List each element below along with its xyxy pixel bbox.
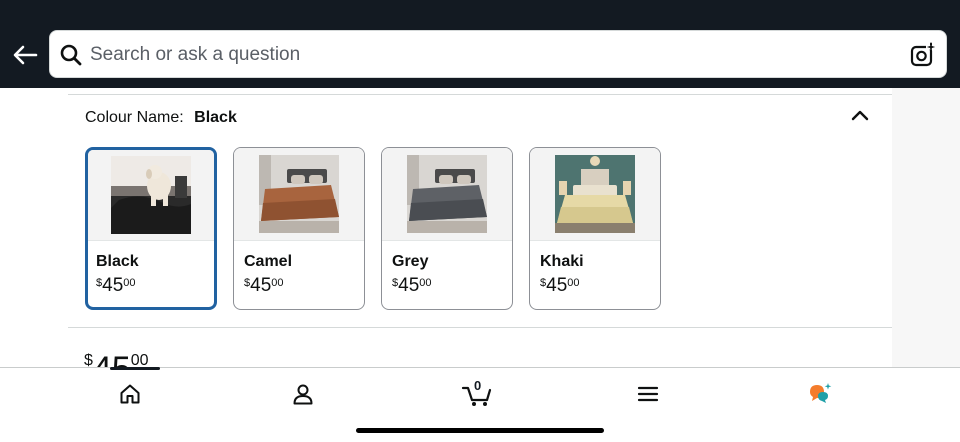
cart-count-badge: 0 [474,378,482,393]
chevron-up-icon [851,110,869,121]
collapse-button[interactable] [848,104,872,126]
content-left-area [0,88,68,378]
swatch-image [234,148,364,241]
swatch-khaki[interactable]: Khaki $4500 [529,147,661,310]
home-indicator-bar [356,428,604,433]
back-button[interactable] [8,38,42,72]
home-icon [120,384,140,404]
nav-menu[interactable] [628,378,668,410]
swatch-price: $4500 [244,275,284,296]
colour-name-row: Colour Name: Black [85,109,237,127]
menu-icon [637,386,659,402]
swatch-image [88,150,214,241]
colour-name-value: Black [194,109,237,126]
swatch-grey[interactable]: Grey $4500 [381,147,513,310]
swatch-black[interactable]: Black $4500 [85,147,217,310]
swatch-price: $4500 [540,275,580,296]
swatch-name: Black [96,253,139,270]
swatch-price: $4500 [392,275,432,296]
swatch-name: Grey [392,253,429,270]
rufus-icon [810,383,832,403]
nav-cart[interactable]: 0 [455,378,499,410]
colour-name-label: Colour Name: [85,109,184,126]
nav-rufus[interactable] [800,378,840,410]
search-input[interactable] [90,39,890,71]
swatch-name: Camel [244,253,293,270]
swatch-name: Khaki [540,253,584,270]
back-arrow-icon [13,45,38,65]
divider [68,327,892,328]
search-icon [60,44,82,66]
swatch-image [530,148,660,241]
active-tab-indicator [110,367,160,370]
swatch-image [382,148,512,241]
product-page: Colour Name: Black Black $4500 [0,0,960,442]
nav-account[interactable] [283,378,323,410]
account-icon [293,384,313,405]
top-header [0,0,960,88]
swatch-camel[interactable]: Camel $4500 [233,147,365,310]
search-box[interactable] [49,30,947,78]
camera-lens-icon[interactable] [910,42,936,68]
divider [68,94,892,95]
product-image-grey-blanket [407,155,487,233]
product-image-khaki-blanket [555,155,635,233]
product-image-camel-blanket [259,155,339,233]
product-image-black-blanket [111,156,191,234]
nav-home[interactable] [110,378,150,410]
swatch-price: $4500 [96,275,136,296]
